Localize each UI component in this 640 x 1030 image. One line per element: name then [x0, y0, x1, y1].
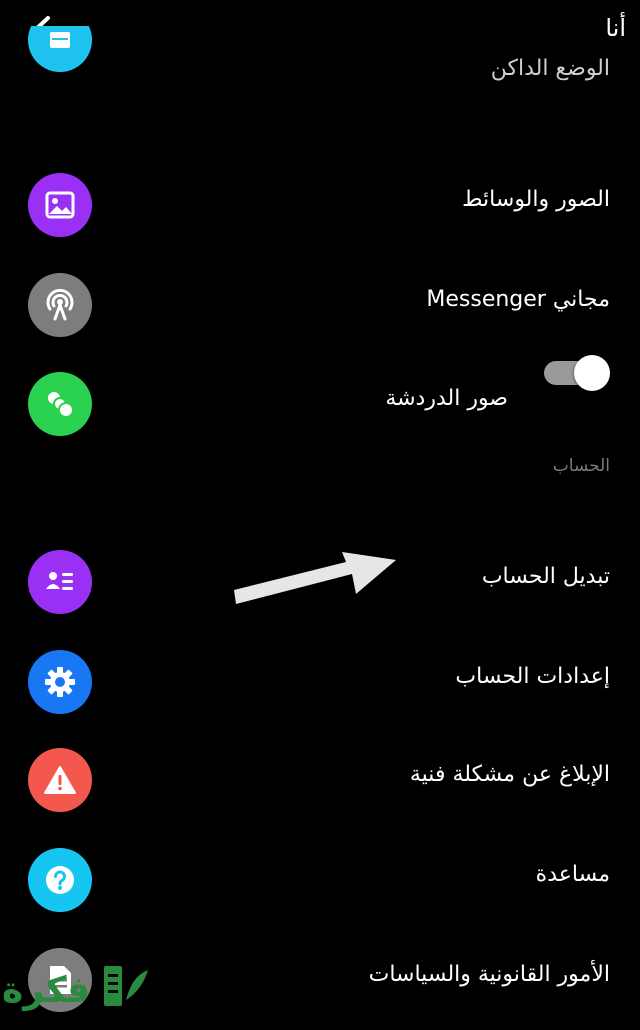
account-settings-label: إعدادات الحساب: [455, 664, 610, 689]
gear-icon: [28, 650, 92, 714]
broadcast-icon: [28, 273, 92, 337]
switch-account-label: تبديل الحساب: [481, 564, 610, 589]
row-report-problem[interactable]: الإبلاغ عن مشكلة فنية: [0, 730, 640, 830]
annotation-arrow-icon: [234, 552, 396, 604]
photos-media-label: الصور والوسائط: [462, 187, 610, 212]
warning-icon: [28, 748, 92, 812]
dark-mode-label: الوضع الداكن: [490, 56, 610, 81]
row-photos-media[interactable]: الصور والوسائط: [0, 155, 640, 255]
chat-heads-label: صور الدردشة: [385, 386, 508, 411]
section-header-account: الحساب: [552, 456, 610, 476]
row-help[interactable]: مساعدة: [0, 830, 640, 930]
help-icon: [28, 848, 92, 912]
help-label: مساعدة: [535, 862, 610, 887]
chat-heads-toggle[interactable]: [538, 355, 610, 391]
row-account-settings[interactable]: إعدادات الحساب: [0, 632, 640, 732]
report-problem-label: الإبلاغ عن مشكلة فنية: [409, 762, 610, 787]
free-messenger-label: مجاني Messenger: [426, 287, 610, 312]
switch-account-icon: [28, 550, 92, 614]
row-dark-mode[interactable]: الوضع الداكن: [0, 26, 640, 96]
watermark-logo: فكرة: [0, 956, 160, 1020]
dark-mode-icon: [28, 26, 92, 72]
svg-text:فكرة: فكرة: [2, 970, 90, 1011]
chat-heads-icon: [28, 372, 92, 436]
image-icon: [28, 173, 92, 237]
legal-policies-label: الأمور القانونية والسياسات: [368, 962, 610, 987]
toggle-knob: [574, 355, 610, 391]
row-free-messenger[interactable]: مجاني Messenger: [0, 255, 640, 355]
